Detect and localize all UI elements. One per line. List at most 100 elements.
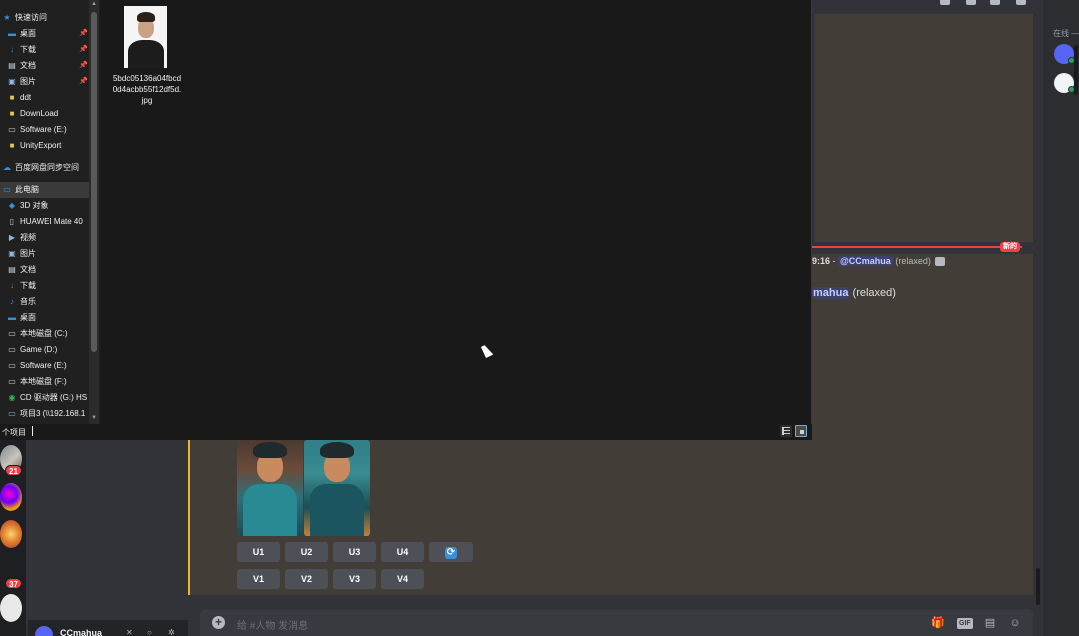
cloud-sync-icon: ☁ <box>3 163 11 172</box>
add-attachment-icon[interactable]: + <box>212 616 225 629</box>
nav-item[interactable]: ▬ 桌面 📌 <box>0 26 90 42</box>
large-icons-view-button[interactable] <box>795 425 807 437</box>
message-highlight-bar <box>188 440 190 595</box>
scroll-up-icon[interactable]: ▲ <box>90 0 98 8</box>
image-attachment-icon <box>935 257 946 267</box>
mode-label: (relaxed) <box>852 287 896 299</box>
server-icon[interactable] <box>0 594 22 622</box>
thumbnail-body <box>128 40 164 68</box>
nav-item[interactable]: ▤ 文档 📌 <box>0 58 90 74</box>
nav-item[interactable]: ▭ 项目3 (\\192.168.1 <box>0 406 90 422</box>
document-icon: ▤ <box>8 61 16 70</box>
nav-item-label: 图片 <box>20 77 36 86</box>
variation-2-button[interactable]: V2 <box>285 569 328 589</box>
gif-picker-button[interactable]: GIF <box>957 618 973 629</box>
notification-bell-icon[interactable] <box>966 0 976 5</box>
nav-item[interactable]: ▭ Game (D:) <box>0 342 90 358</box>
pinned-icon[interactable] <box>990 0 1000 5</box>
nav-item-label: 3D 对象 <box>20 201 49 210</box>
headphones-icon[interactable]: ○ <box>147 629 155 636</box>
nav-item[interactable]: ▭ 此电脑 <box>0 182 90 198</box>
screen: 新的 9:16 - @CCmahua (relaxed) mahua (rela… <box>0 0 1079 636</box>
nav-item-label: 此电脑 <box>15 185 39 194</box>
nav-item[interactable]: ◉ CD 驱动器 (G:) HS <box>0 390 90 406</box>
threads-icon[interactable] <box>940 0 950 5</box>
upscale-1-button[interactable]: U1 <box>237 542 280 562</box>
folder-icon: ■ <box>9 141 15 150</box>
nav-item-label: 桌面 <box>20 29 36 38</box>
details-view-button[interactable] <box>780 425 792 437</box>
file-thumbnail[interactable] <box>124 6 167 68</box>
scroll-down-icon[interactable]: ▼ <box>90 414 98 422</box>
gift-icon[interactable]: 🎁 <box>931 616 945 630</box>
reroll-button[interactable]: ⟳ <box>429 542 473 562</box>
message-input-placeholder[interactable]: 给 #人物 发消息 <box>237 617 308 632</box>
nav-item-label: Game (D:) <box>20 345 58 354</box>
pin-icon[interactable]: 📌 <box>79 58 88 74</box>
nav-item-label: HUAWEI Mate 40 <box>20 217 83 226</box>
generated-image[interactable] <box>304 440 370 536</box>
member-list-icon[interactable] <box>1016 0 1026 5</box>
message-reply-line: mahua (relaxed) <box>812 287 896 299</box>
variation-4-button[interactable]: V4 <box>381 569 424 589</box>
nav-item[interactable]: ■ ddt <box>0 90 90 106</box>
nav-item[interactable]: ▭ Software (E:) <box>0 122 90 138</box>
message-input-box[interactable] <box>200 609 1033 636</box>
cube-icon: ◆ <box>8 201 16 210</box>
pictures-icon: ▣ <box>8 77 16 86</box>
desktop-folder-icon: ▬ <box>8 313 16 322</box>
user-name[interactable]: CCmahua <box>60 628 102 636</box>
upscale-4-button[interactable]: U4 <box>381 542 424 562</box>
nav-item[interactable]: ♪ 音乐 <box>0 294 90 310</box>
nav-item[interactable]: ◆ 3D 对象 <box>0 198 90 214</box>
member-list-scrollbar[interactable] <box>1074 45 1078 95</box>
variation-3-button[interactable]: V3 <box>333 569 376 589</box>
nav-item[interactable]: ↓ 下载 <box>0 278 90 294</box>
upscale-2-button[interactable]: U2 <box>285 542 328 562</box>
nav-item[interactable]: ▭ 本地磁盘 (F:) <box>0 374 90 390</box>
mute-icon[interactable]: ✕ <box>126 629 134 636</box>
nav-item[interactable]: ▤ 文档 <box>0 262 90 278</box>
pin-icon[interactable]: 📌 <box>79 42 88 58</box>
settings-gear-icon[interactable]: ✲ <box>168 629 176 636</box>
nav-item[interactable]: ▭ Software (E:) <box>0 358 90 374</box>
nav-item-label: 本地磁盘 (F:) <box>20 377 67 386</box>
nav-item-label: 图片 <box>20 249 36 258</box>
user-mention[interactable]: @CCmahua <box>838 256 893 266</box>
nav-item-label: 下载 <box>20 281 36 290</box>
upscale-3-button[interactable]: U3 <box>333 542 376 562</box>
nav-item[interactable]: ☁ 百度网盘同步空间 <box>0 160 90 176</box>
previous-message-embed <box>815 14 1033 242</box>
nav-item-label: 音乐 <box>20 297 36 306</box>
nav-item-label: 文档 <box>20 265 36 274</box>
navigation-pane: ★ 快速访问 ▬ 桌面 📌 ↓ 下载 📌 ▤ 文档 📌 ▣ 图片 📌 ■ ddt ■ DownLoad ▭ Softw… <box>0 0 100 424</box>
nav-item[interactable]: ▣ 图片 <box>0 246 90 262</box>
nav-item[interactable]: ★ 快速访问 <box>0 10 90 26</box>
nav-item[interactable]: ■ DownLoad <box>0 106 90 122</box>
pin-icon[interactable]: 📌 <box>79 74 88 90</box>
nav-item[interactable]: ▶ 视频 <box>0 230 90 246</box>
navigation-scrollbar-thumb[interactable] <box>91 12 97 352</box>
nav-item[interactable]: ▭ 本地磁盘 (C:) <box>0 326 90 342</box>
nav-item[interactable]: ▯ HUAWEI Mate 40 <box>0 214 90 230</box>
server-icon[interactable] <box>0 483 22 511</box>
chat-scrollbar[interactable] <box>1036 568 1040 605</box>
sticker-icon[interactable]: ▤ <box>983 616 997 630</box>
server-icon[interactable] <box>0 520 22 548</box>
nav-item-label: 文档 <box>20 61 36 70</box>
file-tile[interactable]: 5bdc05136a04fbcd0d4acbb55f12df5d.jpg <box>112 4 182 108</box>
user-mention[interactable]: mahua <box>812 287 850 299</box>
file-name[interactable]: 5bdc05136a04fbcd0d4acbb55f12df5d.jpg <box>112 73 182 106</box>
variation-1-button[interactable]: V1 <box>237 569 280 589</box>
emoji-icon[interactable]: ☺ <box>1008 616 1022 630</box>
folder-icon: ■ <box>9 109 15 118</box>
computer-icon: ▭ <box>3 185 11 194</box>
generated-image[interactable] <box>237 440 303 536</box>
nav-item[interactable]: ▣ 图片 📌 <box>0 74 90 90</box>
nav-item[interactable]: ↓ 下载 📌 <box>0 42 90 58</box>
nav-item[interactable]: ▬ 桌面 <box>0 310 90 326</box>
figure-body <box>310 484 364 536</box>
download-arrow-icon: ↓ <box>10 281 14 290</box>
pin-icon[interactable]: 📌 <box>79 26 88 42</box>
nav-item[interactable]: ■ UnityExport <box>0 138 90 154</box>
